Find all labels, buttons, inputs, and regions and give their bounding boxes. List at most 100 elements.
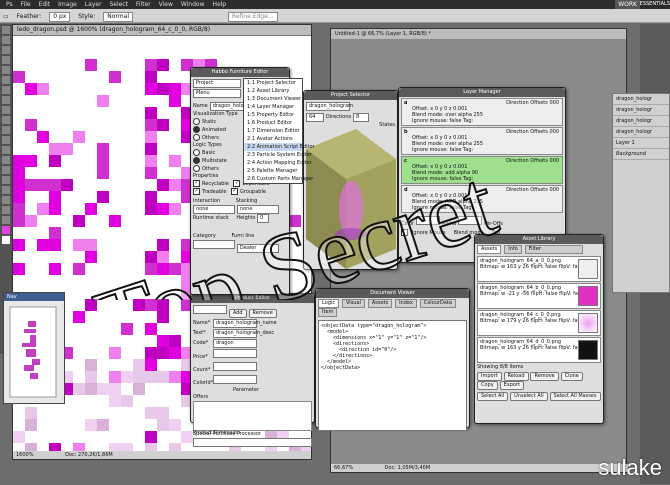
shape-tool-icon[interactable] <box>2 196 10 204</box>
layer-row[interactable]: dragon_hologr <box>613 116 669 127</box>
hand-tool-icon[interactable] <box>2 206 10 214</box>
radio-icon[interactable] <box>193 157 200 164</box>
offers-list[interactable] <box>193 401 312 431</box>
furni-preview[interactable] <box>306 129 396 269</box>
color-input[interactable] <box>415 216 440 225</box>
project-tab[interactable]: dragon_hologram <box>306 102 353 111</box>
menu-item-file[interactable]: File <box>21 0 31 9</box>
asset-item[interactable]: dragon_hologram_64_b_0_0.png Bitmap: w -2… <box>477 283 601 309</box>
refine-edge-button[interactable]: Refine Edge... <box>227 12 278 22</box>
style-select[interactable]: Normal <box>103 12 133 22</box>
brush-tool-icon[interactable] <box>2 96 10 104</box>
special-input[interactable] <box>193 438 312 447</box>
directions-select[interactable]: 8 <box>353 113 370 122</box>
product-field-input[interactable] <box>213 362 257 371</box>
remove-product-button[interactable]: Remove <box>248 309 277 318</box>
tab-index[interactable]: Index <box>395 299 417 308</box>
tab-item[interactable]: Item <box>318 308 338 317</box>
layer-row[interactable]: Layer 1 <box>613 138 669 149</box>
radio-icon[interactable] <box>193 149 200 156</box>
layer-entry[interactable]: a Direction Offsets 000 Offset: x 0 y 0 z … <box>401 98 563 126</box>
alpha-input[interactable] <box>458 216 483 225</box>
editor-menu-item[interactable]: 1:6 Product Editor <box>244 119 302 127</box>
editor-menu-item[interactable]: 2:4 Action Mapping Editor <box>244 159 312 167</box>
asset-item[interactable]: dragon_hologram_64_d_0_0.png Bitmap: w 16… <box>477 337 601 363</box>
project-dropdown[interactable]: Project <box>193 79 241 88</box>
reload-button[interactable]: Reload <box>503 372 529 381</box>
layer-row[interactable]: dragon_hologr <box>613 94 669 105</box>
tab-info[interactable]: Info <box>504 245 522 254</box>
remove-button[interactable]: Remove <box>530 372 559 381</box>
menu-item-filter[interactable]: Filter <box>136 0 151 9</box>
document-tab-2[interactable]: Untitled-1 @ 66,7% (Layer 1, RGB/8) * <box>331 29 626 39</box>
menu-item-image[interactable]: Image <box>58 0 77 9</box>
add-button[interactable]: Add <box>228 309 247 318</box>
category-select[interactable] <box>193 240 235 249</box>
pen-tool-icon[interactable] <box>2 166 10 174</box>
tab-assets-doc[interactable]: Assets <box>367 299 393 308</box>
product-select[interactable] <box>193 305 227 314</box>
export-button[interactable]: Export <box>499 381 524 390</box>
furni-line-select[interactable]: Dealer <box>236 244 279 253</box>
background-color-swatch[interactable] <box>2 236 10 244</box>
product-field-input[interactable]: dragon_hologram_name <box>213 319 277 328</box>
workspace-button[interactable]: WORK <box>615 0 640 9</box>
editor-menu-item[interactable]: 1:2 Asset Library <box>244 87 302 95</box>
marquee-tool-icon[interactable]: ▭ <box>3 13 9 21</box>
editor-menu-item[interactable]: 1:7 Dimension Editor <box>244 127 302 135</box>
editor-menu-item[interactable]: 2:2 Animation Script Editor <box>244 143 315 151</box>
select-all-masses-button[interactable]: Select All Masses <box>549 392 601 401</box>
asset-item[interactable]: dragon_hologram_64_a_0_0.png Bitmap: w 16… <box>477 256 601 282</box>
tab-logic[interactable]: Logic <box>318 299 340 308</box>
type-tool-icon[interactable] <box>2 176 10 184</box>
xml-code-view[interactable]: <objectData type="dragon_hologram"> <mod… <box>318 320 467 431</box>
editor-menu-item[interactable]: 1:1 Project Selector <box>244 79 302 87</box>
layer-row[interactable]: dragon_hologr <box>613 105 669 116</box>
move-tool-icon[interactable] <box>2 26 10 34</box>
layer-entry[interactable]: c Direction Offsets 000 Offset: x 0 y 0 z … <box>401 156 563 184</box>
editor-menu-item[interactable]: 2:3 Particle System Editor <box>244 151 312 159</box>
menu-item-select[interactable]: Select <box>109 0 128 9</box>
menu-item-layer[interactable]: Layer <box>85 0 102 9</box>
check-icon[interactable]: ✓ <box>193 188 200 195</box>
tab-visual[interactable]: Visual <box>342 299 365 308</box>
layer-row[interactable]: dragon_hologr <box>613 127 669 138</box>
editor-menu-item[interactable]: 1:5 Property Editor <box>244 111 302 119</box>
check-icon[interactable]: ✓ <box>233 180 241 187</box>
eraser-tool-icon[interactable] <box>2 126 10 134</box>
marquee-tool-icon[interactable] <box>2 36 10 44</box>
editor-menu-item[interactable]: 2:1 Avatar Actions <box>244 135 302 143</box>
layer-entry[interactable]: d Direction Offsets 000 Offset: x 0 y 0 z … <box>401 185 563 213</box>
size-select[interactable]: 64 <box>306 113 324 122</box>
path-tool-icon[interactable] <box>2 186 10 194</box>
layer-row[interactable]: Background <box>613 149 669 160</box>
blur-tool-icon[interactable] <box>2 146 10 154</box>
wand-tool-icon[interactable] <box>2 56 10 64</box>
tab-colourdata[interactable]: ColourData <box>419 299 456 308</box>
tab-assets[interactable]: Assets <box>477 245 502 254</box>
menu-item-view[interactable]: View <box>159 0 173 9</box>
heights-input[interactable]: 0 <box>257 214 270 223</box>
check-icon[interactable]: ✓ <box>193 180 200 187</box>
gradient-tool-icon[interactable] <box>2 136 10 144</box>
editor-menu-item[interactable]: 2:6 Custom Parts Manager <box>244 175 313 183</box>
radio-icon[interactable] <box>193 134 200 141</box>
import-button[interactable]: Import <box>477 372 502 381</box>
editor-menu-item[interactable]: 1:3 Document Viewer <box>244 95 302 103</box>
check-icon[interactable]: ✓ <box>231 188 238 195</box>
filter-input[interactable]: Filter <box>524 245 583 254</box>
menu-item-window[interactable]: Window <box>181 0 205 9</box>
eyedropper-tool-icon[interactable] <box>2 76 10 84</box>
menu-item-ps[interactable]: Ps <box>6 0 13 9</box>
workspace-essentials[interactable]: ESSENTIALS <box>640 0 670 9</box>
radio-icon[interactable] <box>193 165 200 172</box>
product-field-input[interactable] <box>213 375 257 384</box>
editor-menu-item[interactable]: 2:5 Palette Manager <box>244 167 302 175</box>
stamp-tool-icon[interactable] <box>2 106 10 114</box>
navigator-preview[interactable] <box>4 301 62 401</box>
product-field-input[interactable] <box>213 349 257 358</box>
feather-input[interactable]: 0 px <box>49 12 71 22</box>
history-tool-icon[interactable] <box>2 116 10 124</box>
foreground-color-swatch[interactable] <box>2 226 10 234</box>
product-field-input[interactable]: dragon_hologram_desc <box>213 329 274 338</box>
